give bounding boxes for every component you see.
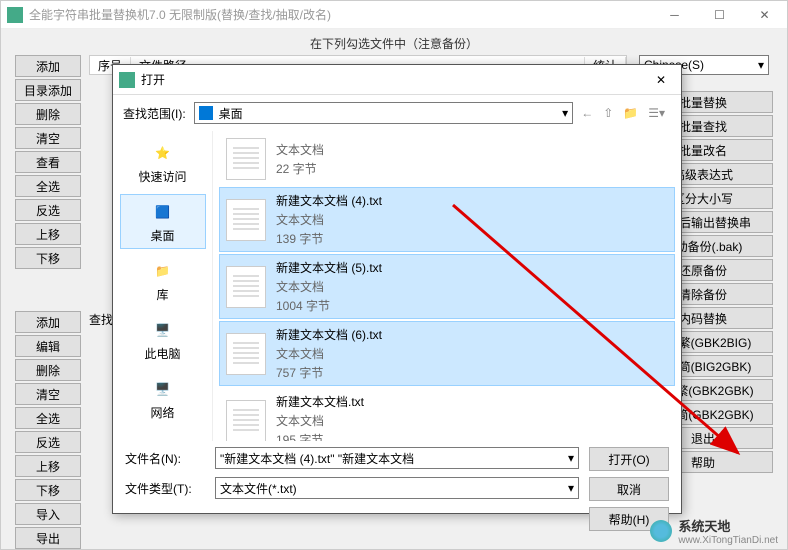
file-item[interactable]: 新建文本文档 (5).txt文本文档1004 字节	[219, 254, 675, 319]
left-button-1[interactable]: 目录添加	[15, 79, 81, 101]
main-titlebar: 全能字符串批量替换机7.0 无限制版(替换/查找/抽取/改名) ─ ☐ ✕	[1, 1, 787, 29]
txt-file-icon	[226, 400, 266, 442]
left-button-7[interactable]: 上移	[15, 223, 81, 245]
left2-button-6[interactable]: 上移	[15, 455, 81, 477]
left2-button-4[interactable]: 全选	[15, 407, 81, 429]
place-pc[interactable]: 🖥️此电脑	[120, 312, 206, 367]
left2-button-9[interactable]: 导出	[15, 527, 81, 549]
cancel-button[interactable]: 取消	[589, 477, 669, 501]
file-item[interactable]: 新建文本文档 (4).txt文本文档139 字节	[219, 187, 675, 252]
star-icon: ⭐	[148, 140, 178, 166]
chevron-down-icon: ▾	[568, 481, 574, 495]
back-icon[interactable]: ←	[581, 106, 593, 120]
txt-file-icon	[226, 199, 266, 241]
txt-file-icon	[226, 266, 266, 308]
watermark-logo-icon	[650, 520, 672, 542]
left-button-3[interactable]: 清空	[15, 127, 81, 149]
chevron-down-icon: ▾	[562, 106, 568, 120]
view-menu-icon[interactable]: ☰▾	[648, 106, 665, 120]
dialog-icon	[119, 72, 135, 88]
place-network[interactable]: 🖥️网络	[120, 371, 206, 426]
window-title: 全能字符串批量替换机7.0 无限制版(替换/查找/抽取/改名)	[29, 6, 652, 23]
file-item[interactable]: 新建文本文档.txt文本文档195 字节	[219, 388, 675, 441]
left-button-8[interactable]: 下移	[15, 247, 81, 269]
left2-button-5[interactable]: 反选	[15, 431, 81, 453]
place-library[interactable]: 📁库	[120, 253, 206, 308]
lookin-label: 查找范围(I):	[123, 105, 186, 122]
maximize-button[interactable]: ☐	[697, 1, 742, 29]
places-bar: ⭐快速访问🟦桌面📁库🖥️此电脑🖥️网络	[113, 131, 213, 441]
left-button-6[interactable]: 反选	[15, 199, 81, 221]
file-list[interactable]: 文本文档22 字节新建文本文档 (4).txt文本文档139 字节新建文本文档 …	[213, 131, 681, 441]
chevron-down-icon: ▾	[568, 451, 574, 465]
place-desktop[interactable]: 🟦桌面	[120, 194, 206, 249]
lookin-combo[interactable]: 桌面 ▾	[194, 102, 574, 124]
left2-button-2[interactable]: 删除	[15, 359, 81, 381]
library-icon: 📁	[148, 258, 178, 284]
left2-button-7[interactable]: 下移	[15, 479, 81, 501]
left-button-5[interactable]: 全选	[15, 175, 81, 197]
file-item[interactable]: 新建文本文档 (6).txt文本文档757 字节	[219, 321, 675, 386]
open-file-dialog: 打开 ✕ 查找范围(I): 桌面 ▾ ← ⇧ 📁 ☰▾ ⭐快速访问🟦桌面📁库🖥️…	[112, 64, 682, 514]
filename-label: 文件名(N):	[125, 450, 205, 467]
watermark: 系统天地 www.XiTongTianDi.net	[650, 516, 778, 546]
subtitle-label: 在下列勾选文件中（注意备份）	[1, 35, 787, 52]
dialog-toolbar: 查找范围(I): 桌面 ▾ ← ⇧ 📁 ☰▾	[113, 95, 681, 131]
left2-button-1[interactable]: 编辑	[15, 335, 81, 357]
left2-button-8[interactable]: 导入	[15, 503, 81, 525]
txt-file-icon	[226, 138, 266, 180]
dialog-title: 打开	[141, 71, 641, 88]
dialog-titlebar: 打开 ✕	[113, 65, 681, 95]
network-icon: 🖥️	[148, 376, 178, 402]
filename-combo[interactable]: "新建文本文档 (4).txt" "新建文本文档 ▾	[215, 447, 579, 469]
filetype-combo[interactable]: 文本文件(*.txt) ▾	[215, 477, 579, 499]
left2-button-0[interactable]: 添加	[15, 311, 81, 333]
chevron-down-icon: ▾	[758, 58, 764, 72]
up-icon[interactable]: ⇧	[603, 106, 613, 120]
search-section-label: 查找	[89, 311, 113, 328]
pc-icon: 🖥️	[148, 317, 178, 343]
app-icon	[7, 7, 23, 23]
left2-button-3[interactable]: 清空	[15, 383, 81, 405]
desktop-icon	[199, 106, 213, 120]
txt-file-icon	[226, 333, 266, 375]
file-item[interactable]: 文本文档22 字节	[219, 133, 675, 185]
filetype-label: 文件类型(T):	[125, 480, 205, 497]
desktop-icon: 🟦	[148, 199, 178, 225]
left-button-2[interactable]: 删除	[15, 103, 81, 125]
left-button-4[interactable]: 查看	[15, 151, 81, 173]
open-button[interactable]: 打开(O)	[589, 447, 669, 471]
minimize-button[interactable]: ─	[652, 1, 697, 29]
dialog-close-button[interactable]: ✕	[641, 65, 681, 95]
place-star[interactable]: ⭐快速访问	[120, 135, 206, 190]
close-button[interactable]: ✕	[742, 1, 787, 29]
left-button-0[interactable]: 添加	[15, 55, 81, 77]
new-folder-icon[interactable]: 📁	[623, 106, 638, 120]
